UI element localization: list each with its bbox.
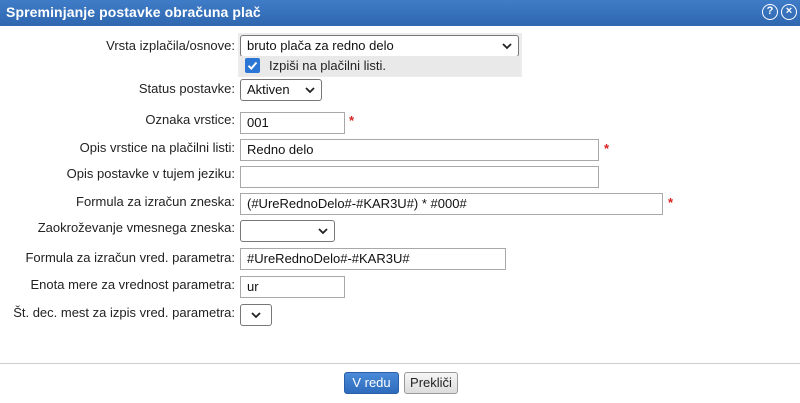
close-icon[interactable]: ×	[781, 4, 797, 20]
status-value: Aktiven	[247, 82, 290, 97]
zaokrozevanje-label: Zaokroževanje vmesnega zneska:	[37, 220, 235, 235]
izpis-checkbox-row[interactable]: Izpiši na plačilni listi.	[241, 56, 520, 76]
vrsta-select[interactable]: bruto plača za redno delo	[240, 35, 519, 57]
vrsta-label: Vrsta izplačila/osnove:	[106, 38, 235, 53]
dec-mest-label: Št. dec. mest za izpis vred. parametra:	[13, 305, 235, 320]
izpis-checkbox-label: Izpiši na plačilni listi.	[269, 58, 387, 73]
dialog: Spreminjanje postavke obračuna plač ? × …	[0, 0, 800, 403]
vrsta-value: bruto plača za redno delo	[247, 38, 394, 53]
help-icon[interactable]: ?	[762, 4, 778, 20]
chevron-down-icon	[305, 87, 315, 94]
chevron-down-icon	[251, 312, 261, 319]
cancel-button[interactable]: Prekliči	[404, 372, 458, 394]
opis-tuj-input[interactable]	[240, 166, 599, 188]
formula-param-label: Formula za izračun vred. parametra:	[25, 250, 235, 265]
opis-input[interactable]: Redno delo	[240, 139, 599, 161]
oznaka-label: Oznaka vrstice:	[145, 112, 235, 127]
opis-required-mark: *	[604, 141, 610, 156]
opis-label: Opis vrstice na plačilni listi:	[79, 140, 235, 155]
izpis-checkbox[interactable]	[245, 58, 260, 73]
chevron-down-icon	[318, 228, 328, 235]
chevron-down-icon	[502, 43, 512, 50]
formula-input[interactable]: (#UreRednoDelo#-#KAR3U#) * #000#	[240, 193, 663, 215]
status-label: Status postavke:	[138, 81, 235, 96]
formula-label: Formula za izračun zneska:	[76, 194, 235, 209]
footer-divider	[0, 363, 800, 364]
oznaka-required-mark: *	[349, 113, 355, 128]
enota-label: Enota mere za vrednost parametra:	[30, 277, 236, 292]
dec-mest-select[interactable]	[240, 304, 272, 326]
oznaka-input[interactable]: 001	[240, 112, 345, 134]
zaokrozevanje-select[interactable]	[240, 220, 335, 242]
checkmark-icon	[247, 61, 258, 70]
formula-param-input[interactable]: #UreRednoDelo#-#KAR3U#	[240, 248, 506, 270]
enota-input[interactable]: ur	[240, 276, 345, 298]
dialog-titlebar: Spreminjanje postavke obračuna plač ? ×	[0, 0, 800, 26]
dialog-title: Spreminjanje postavke obračuna plač	[6, 4, 261, 20]
opis-tuj-label: Opis postavke v tujem jeziku:	[66, 166, 235, 181]
status-select[interactable]: Aktiven	[240, 79, 322, 101]
formula-required-mark: *	[668, 195, 674, 210]
ok-button[interactable]: V redu	[344, 372, 399, 394]
